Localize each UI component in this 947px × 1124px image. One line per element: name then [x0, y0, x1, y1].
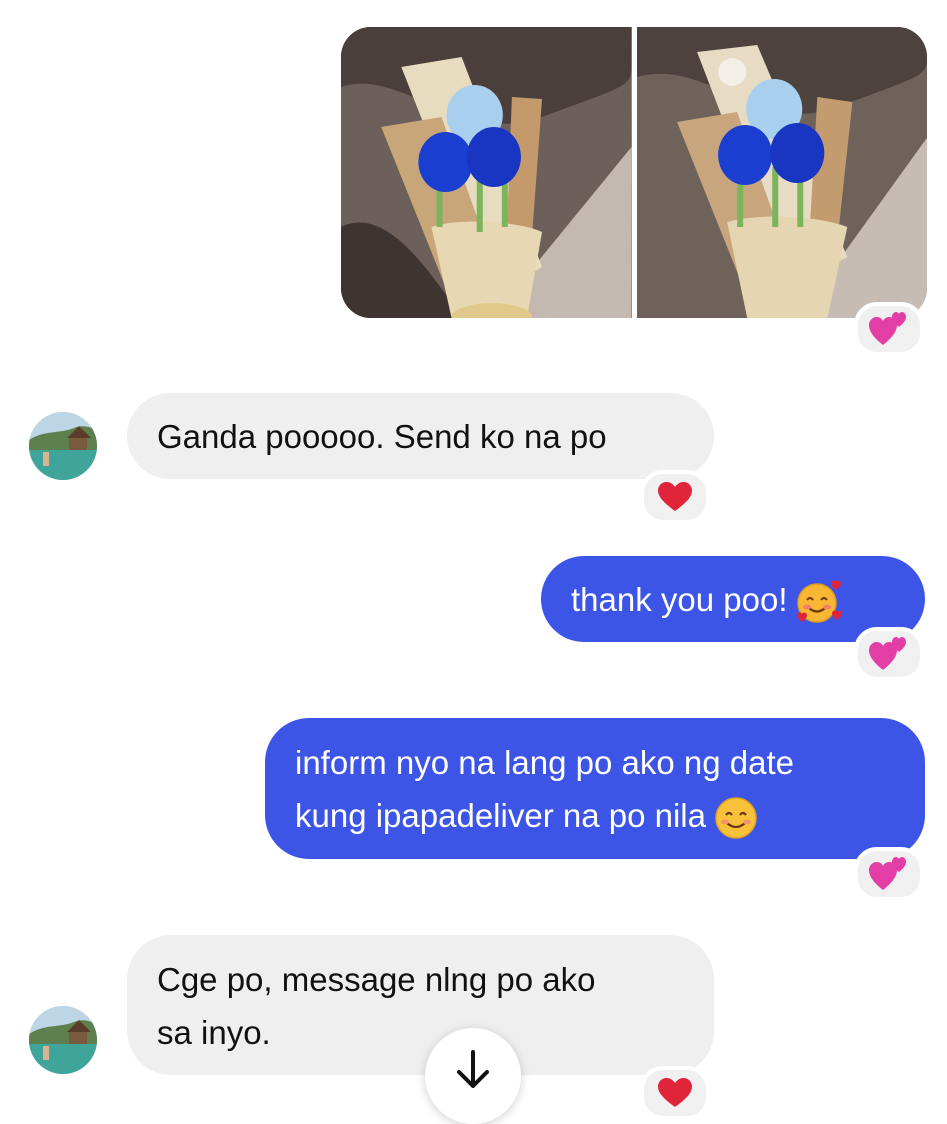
- message-text: thank you poo!: [571, 581, 788, 618]
- bouquet-photo-1[interactable]: [341, 27, 632, 318]
- message-bubble[interactable]: Ganda pooooo. Send ko na po: [127, 393, 714, 479]
- photo-attachment-group[interactable]: [341, 27, 927, 318]
- two-hearts-icon: [869, 857, 906, 890]
- two-hearts-icon: [869, 312, 906, 345]
- reaction-badge[interactable]: [854, 302, 924, 356]
- red-heart-icon: [658, 1078, 692, 1107]
- message-text-line-2: sa inyo.: [157, 1014, 271, 1051]
- reaction-badge[interactable]: [854, 627, 924, 681]
- smiling-face-with-hearts-icon: [796, 580, 842, 624]
- contact-avatar[interactable]: [29, 1006, 97, 1074]
- smiling-face-icon: [715, 797, 757, 840]
- contact-avatar[interactable]: [29, 412, 97, 480]
- message-text-line-1: inform nyo na lang po ako ng date: [295, 744, 795, 781]
- reaction-badge[interactable]: [640, 470, 710, 524]
- message-bubble[interactable]: Cge po, message nlng po ako sa inyo.: [127, 935, 714, 1075]
- arrow-down-icon: [457, 1050, 489, 1088]
- reaction-badge[interactable]: [640, 1066, 710, 1120]
- message-text-line-2: kung ipapadeliver na po nila: [295, 797, 706, 834]
- red-heart-icon: [658, 482, 692, 511]
- message-text-line-1: Cge po, message nlng po ako: [157, 961, 596, 998]
- two-hearts-icon: [869, 637, 906, 670]
- message-bubble[interactable]: inform nyo na lang po ako ng date kung i…: [265, 718, 925, 859]
- message-text: Ganda pooooo. Send ko na po: [157, 418, 607, 455]
- reaction-badge[interactable]: [854, 847, 924, 901]
- bouquet-photo-2[interactable]: [636, 27, 927, 318]
- scroll-to-bottom-button[interactable]: [425, 1028, 521, 1124]
